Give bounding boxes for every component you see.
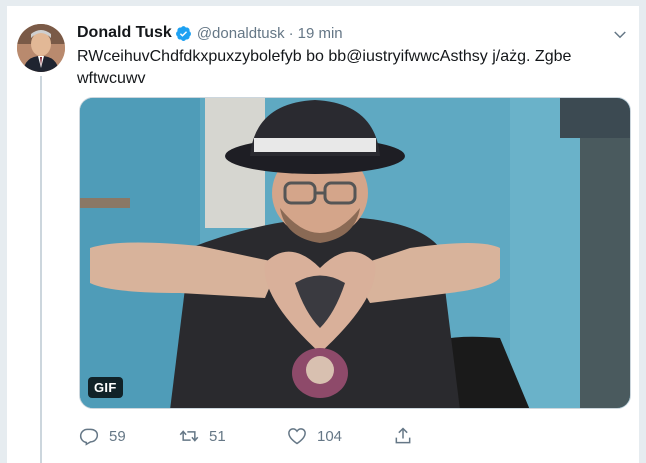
thread-line — [40, 76, 42, 463]
author-name[interactable]: Donald Tusk — [77, 24, 172, 42]
like-icon — [288, 428, 306, 445]
chevron-down-icon[interactable] — [611, 26, 629, 44]
verified-badge-icon — [175, 25, 192, 42]
like-button[interactable]: 104 — [287, 426, 342, 446]
avatar-image — [17, 24, 65, 72]
tweet-timestamp[interactable]: 19 min — [298, 25, 343, 42]
tweet-card[interactable]: Donald Tusk @donaldtusk · 19 min RWceihu… — [6, 6, 640, 463]
share-icon — [395, 427, 411, 444]
gif-frame-image — [80, 98, 630, 408]
retweet-count: 51 — [209, 427, 226, 445]
avatar[interactable] — [17, 24, 65, 72]
gif-badge: GIF — [88, 377, 123, 398]
reply-count: 59 — [109, 427, 126, 445]
tweet-text: RWceihuvChdfdkxpuxzybolefyb bo bb@iustry… — [77, 48, 572, 87]
like-count: 104 — [317, 427, 343, 445]
tweet-actions: 59 51 104 — [77, 426, 437, 450]
tweet-header: Donald Tusk @donaldtusk · 19 min — [77, 22, 343, 44]
reply-icon — [79, 428, 99, 446]
retweet-icon — [179, 430, 199, 442]
tweet-media-gif[interactable]: GIF — [79, 97, 631, 409]
separator-dot: · — [288, 24, 294, 42]
retweet-button[interactable]: 51 — [179, 426, 226, 446]
author-handle[interactable]: @donaldtusk — [197, 25, 285, 42]
share-button[interactable] — [393, 426, 423, 446]
reply-button[interactable]: 59 — [79, 426, 126, 446]
